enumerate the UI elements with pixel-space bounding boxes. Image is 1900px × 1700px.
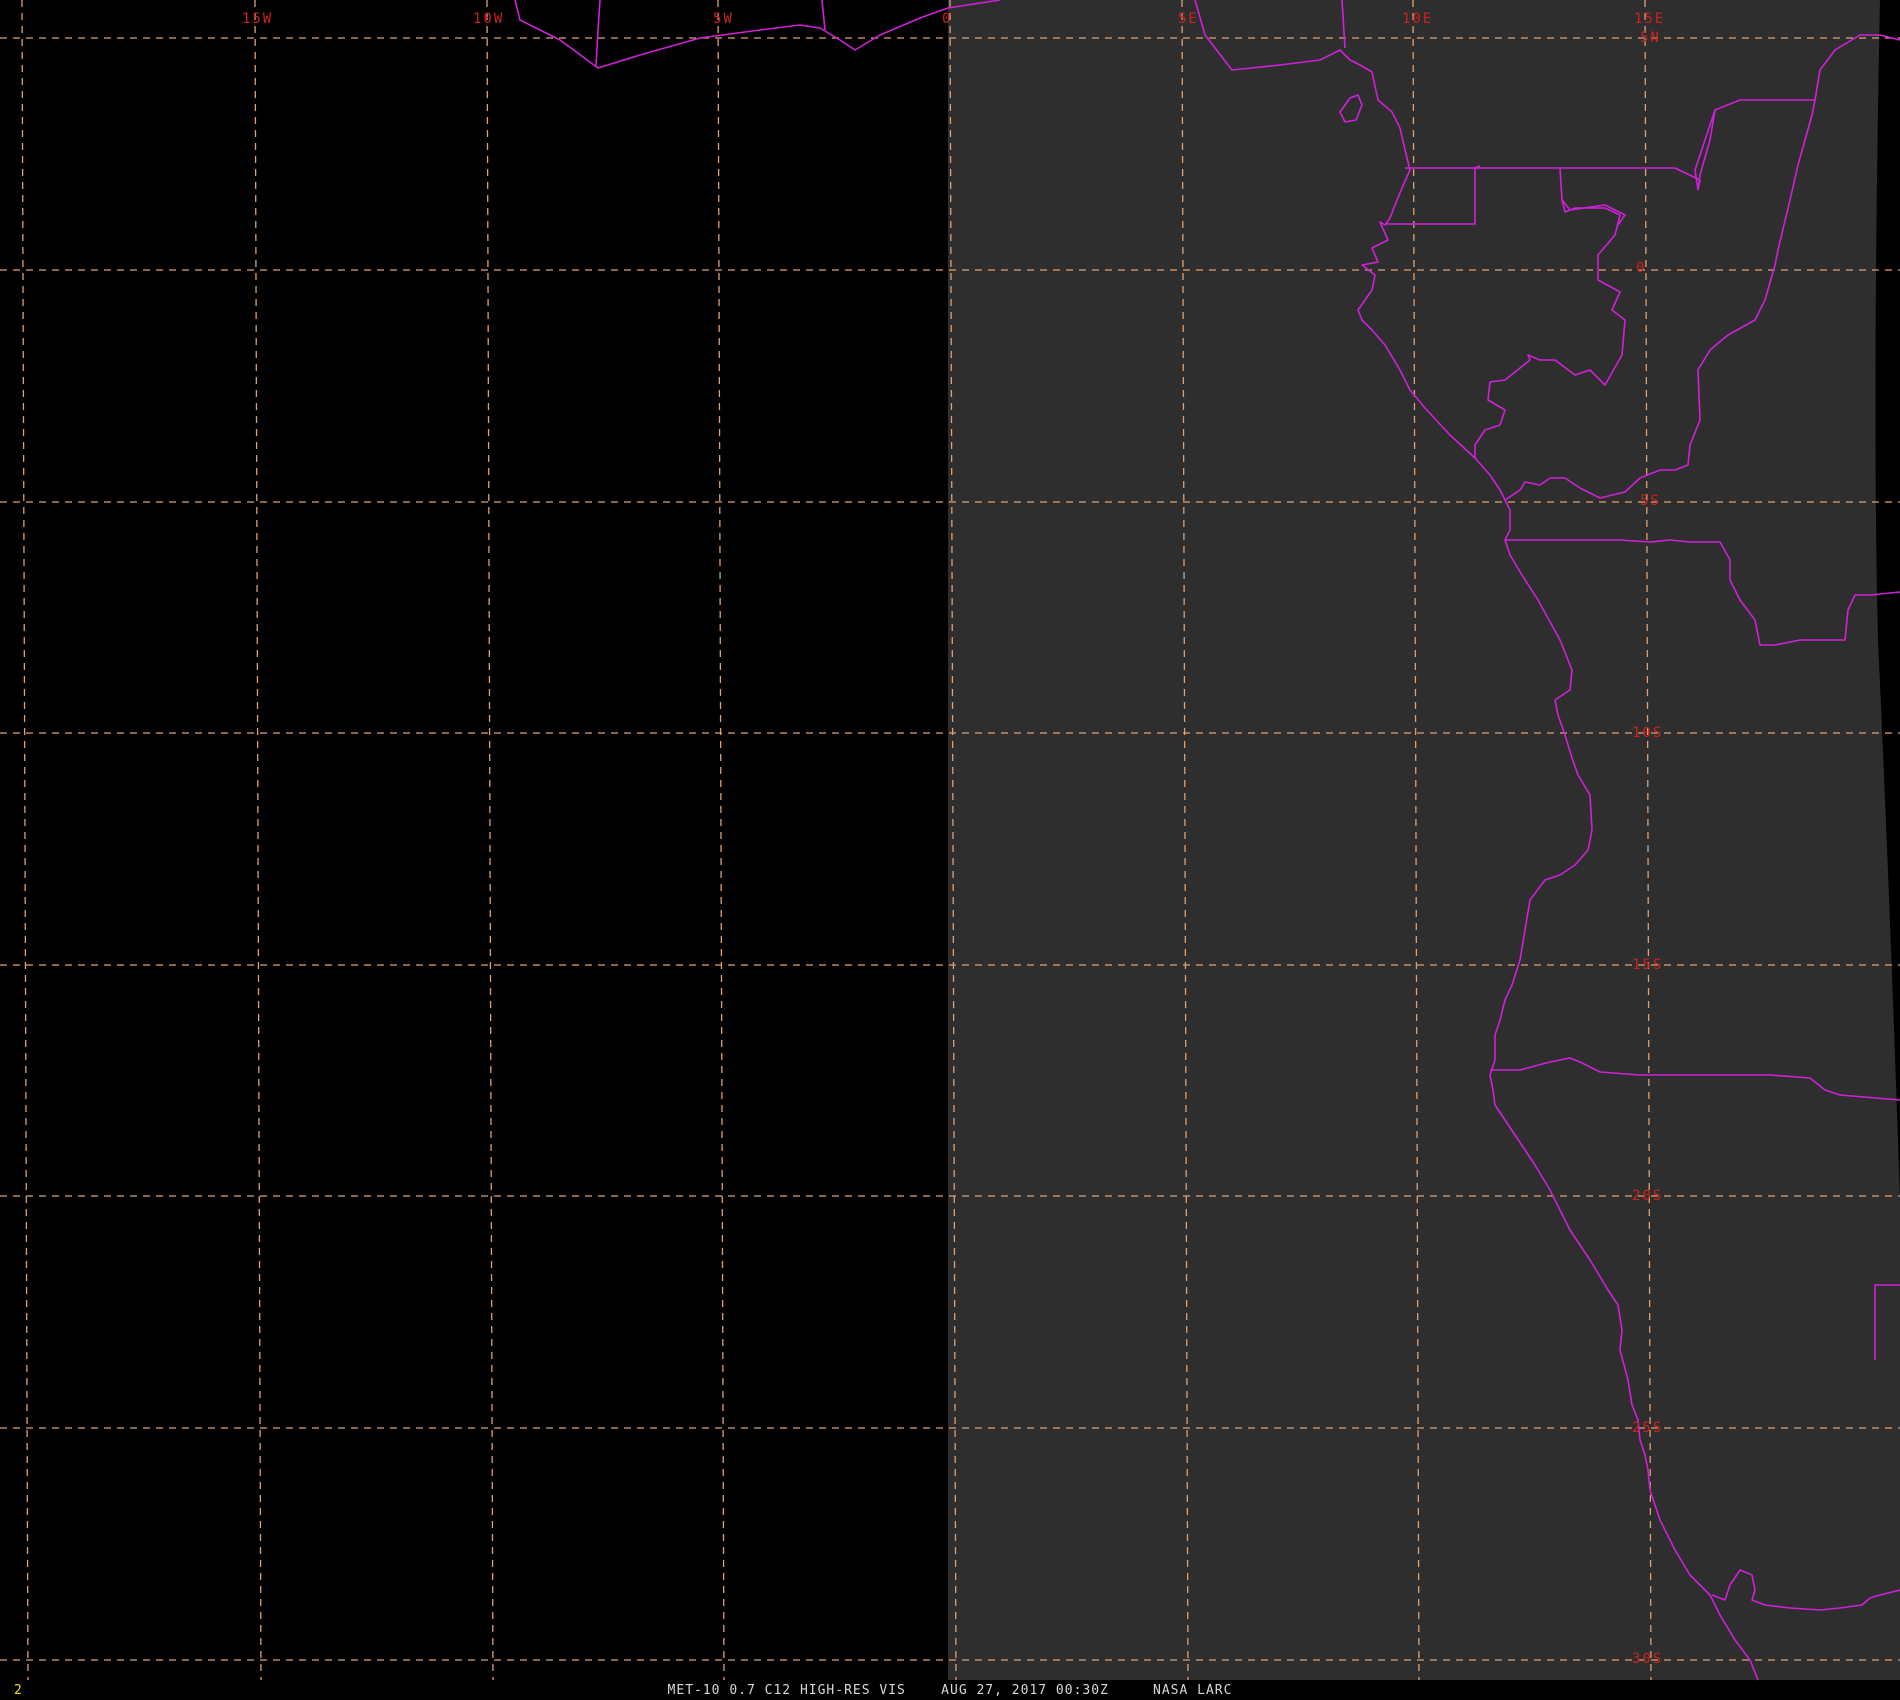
lat-label-25s: 25S — [1632, 1420, 1663, 1436]
lat-label-15s: 15S — [1632, 957, 1663, 973]
image-caption: MET-10 0.7 C12 HIGH-RES VIS AUG 27, 2017… — [667, 1683, 1233, 1698]
lat-label-5n: 5N — [1640, 30, 1661, 46]
lat-label-5s: 5S — [1640, 493, 1661, 509]
lon-label-5e: 5E — [1178, 11, 1199, 27]
lon-label-10e: 10E — [1402, 11, 1433, 27]
lon-label-10w: 10W — [473, 11, 504, 27]
lat-label-0: 0 — [1636, 260, 1646, 276]
satellite-map[interactable]: 15W 10W 5W 0 5E 10E 15E 5N 0 5S 10S 15S … — [0, 0, 1900, 1700]
status-bar: 2 MET-10 0.7 C12 HIGH-RES VIS AUG 27, 20… — [0, 1680, 1900, 1700]
imagery-region — [948, 0, 1900, 1685]
lat-label-20s: 20S — [1632, 1188, 1663, 1204]
lon-label-15e: 15E — [1634, 11, 1665, 27]
lat-label-10s: 10S — [1632, 725, 1663, 741]
lat-label-30s: 30S — [1632, 1651, 1663, 1667]
lon-label-5w: 5W — [713, 11, 734, 27]
lon-label-15w: 15W — [242, 11, 273, 27]
lon-label-0: 0 — [942, 11, 952, 27]
